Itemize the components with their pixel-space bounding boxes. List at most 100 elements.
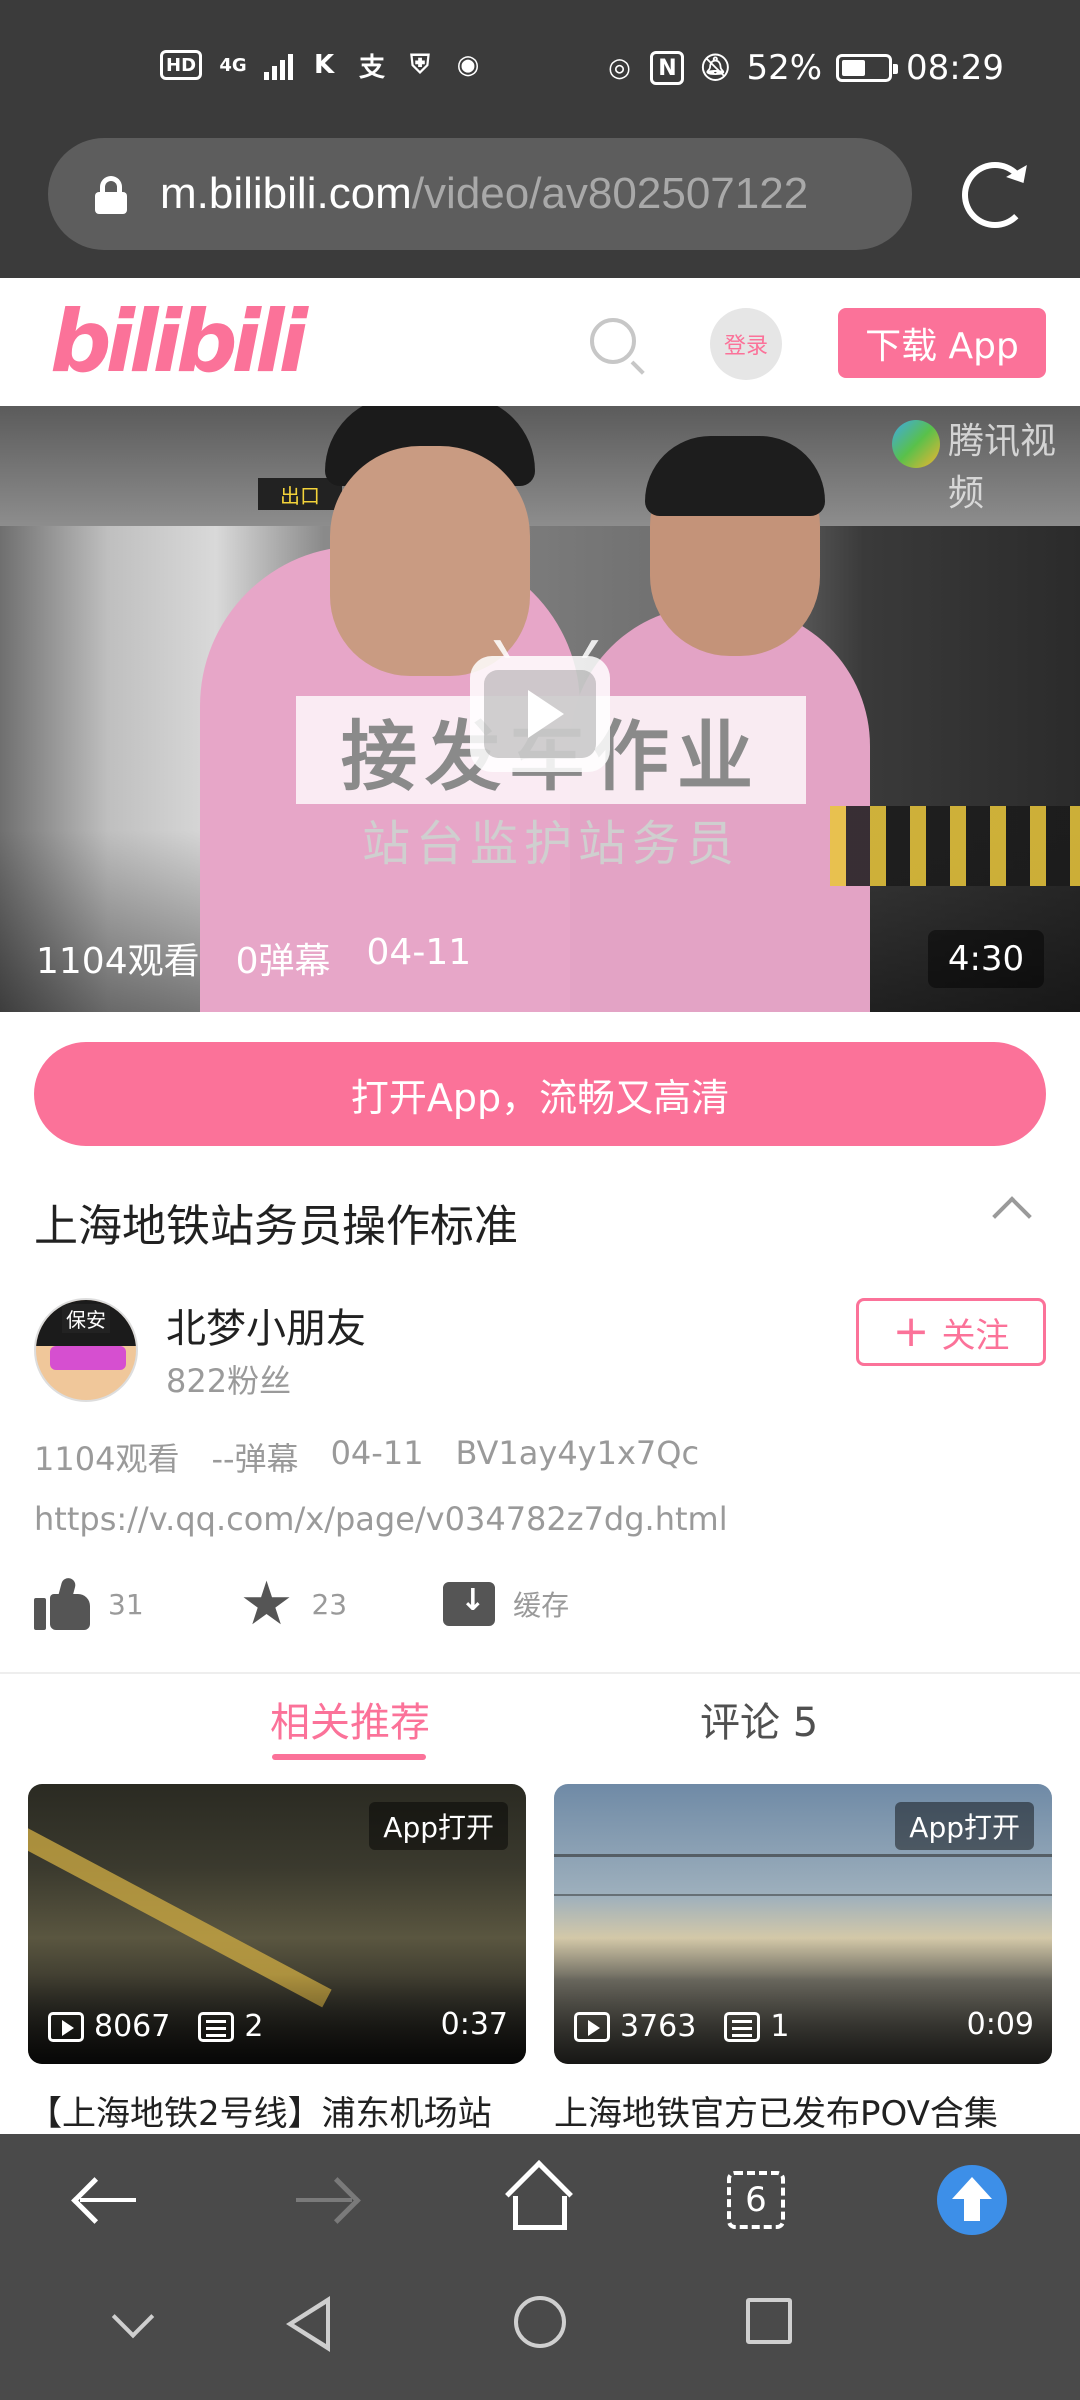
- video-duration: 4:30: [928, 930, 1044, 988]
- battery-icon: [836, 54, 899, 82]
- eye-icon: ◎: [608, 53, 631, 83]
- scroll-top-button[interactable]: [912, 2134, 1032, 2266]
- battery-percent: 52%: [746, 48, 823, 88]
- player-date: 04-11: [366, 932, 472, 973]
- wifi-hotspot-icon: ◉: [456, 50, 480, 80]
- card-stats: 3763 1: [574, 2009, 789, 2044]
- card-danmaku: 2: [244, 2009, 264, 2044]
- fans-count: 822粉丝: [166, 1362, 292, 1400]
- tab-recommendations[interactable]: 相关推荐: [270, 1690, 430, 1748]
- hd-icon: HD: [160, 50, 203, 80]
- card-duration: 0:09: [966, 2007, 1034, 2042]
- login-button[interactable]: 登录: [710, 308, 782, 380]
- download-app-button[interactable]: 下载 App: [838, 308, 1046, 378]
- favorite-count: 23: [311, 1587, 348, 1621]
- collapse-chevron-icon[interactable]: [111, 2295, 155, 2339]
- platform-warning-stripes: [830, 806, 1080, 886]
- browser-chrome: HD 4G K 支 ⛨ ◉ ◎ N 🔕︎ 52% 08:29 m.bilibil…: [0, 0, 1080, 278]
- network-type-icon: 4G: [219, 54, 247, 76]
- tabs-button[interactable]: 6: [696, 2134, 816, 2266]
- url-text[interactable]: m.bilibili.com/video/av802507122: [160, 169, 890, 219]
- uploader-name[interactable]: 北梦小朋友: [166, 1296, 366, 1354]
- home-circle-icon[interactable]: [514, 2296, 566, 2348]
- star-icon: ★: [239, 1569, 294, 1639]
- status-bar: HD 4G K 支 ⛨ ◉ ◎ N 🔕︎ 52% 08:29: [0, 0, 1080, 135]
- lock-icon[interactable]: [92, 174, 132, 214]
- active-tab-indicator: [272, 1754, 426, 1760]
- status-right-icons: ◎ N 🔕︎ 52% 08:29: [602, 48, 1004, 88]
- card-duration: 0:37: [440, 2007, 508, 2042]
- app-open-tag[interactable]: App打开: [369, 1802, 508, 1850]
- favorite-button[interactable]: ★ 23: [239, 1569, 348, 1639]
- meta-date: 04-11: [330, 1434, 424, 1472]
- cache-label: 缓存: [513, 1589, 570, 1622]
- chevron-up-icon[interactable]: [992, 1196, 1032, 1236]
- video-person-right-hair: [645, 436, 825, 516]
- search-icon[interactable]: [590, 318, 636, 364]
- card-thumbnail-detail: [554, 1854, 1052, 1857]
- reload-icon[interactable]: [962, 162, 1028, 228]
- signal-icon: [264, 50, 294, 80]
- recommendation-card[interactable]: App打开 8067 2 0:37: [28, 1784, 526, 2064]
- cache-button[interactable]: 缓存: [443, 1582, 569, 1626]
- follow-label: 关注: [941, 1315, 1010, 1356]
- danmaku-icon: [198, 2011, 235, 2042]
- avatar[interactable]: 保安: [34, 1298, 138, 1402]
- system-nav-bar: [0, 2266, 1080, 2400]
- home-button[interactable]: [480, 2134, 600, 2266]
- shield-icon: ⛨: [410, 49, 430, 80]
- recents-square-icon[interactable]: [746, 2298, 792, 2344]
- meta-danmaku: --弹幕: [211, 1440, 299, 1478]
- video-watermark: 腾讯视频: [948, 421, 1057, 514]
- tencent-video-logo-icon: [892, 420, 940, 468]
- url-host: m.bilibili.com: [160, 169, 412, 218]
- video-title: 上海地铁站务员操作标准: [34, 1201, 518, 1252]
- meta-bvid: BV1ay4y1x7Qc: [455, 1434, 700, 1472]
- source-url[interactable]: https://v.qq.com/x/page/v034782z7dg.html: [34, 1500, 728, 1538]
- player-danmaku: 0弹幕: [235, 941, 331, 982]
- alipay-icon: 支: [359, 52, 386, 83]
- address-bar[interactable]: m.bilibili.com/video/av802507122: [48, 138, 912, 250]
- avatar-glasses: [50, 1346, 126, 1370]
- home-icon: [505, 2160, 573, 2230]
- play-button[interactable]: [470, 656, 610, 772]
- thumbs-up-icon: [34, 1576, 90, 1630]
- scroll-top-icon: [937, 2165, 1007, 2235]
- mute-bell-icon: 🔕︎: [698, 53, 732, 83]
- follow-button[interactable]: + 关注: [856, 1298, 1046, 1366]
- danmaku-icon: [724, 2011, 761, 2042]
- card-plays: 3763: [620, 2009, 697, 2044]
- meta-views: 1104观看: [34, 1440, 180, 1478]
- card-title[interactable]: 上海地铁官方已发布POV合集: [554, 2086, 998, 2135]
- tab-comments[interactable]: 评论 5: [700, 1690, 818, 1748]
- open-app-button[interactable]: 打开App，流畅又高清: [34, 1042, 1046, 1146]
- card-title[interactable]: 【上海地铁2号线】浦东机场站: [28, 2086, 492, 2135]
- card-plays: 8067: [94, 2009, 171, 2044]
- url-path: /video/av802507122: [411, 169, 809, 218]
- nfc-icon: N: [650, 51, 685, 85]
- player-stats: 1104观看 0弹幕 04-11: [36, 932, 471, 984]
- forward-arrow-icon: [296, 2198, 352, 2202]
- battery-fill: [842, 60, 866, 76]
- card-danmaku: 1: [770, 2009, 790, 2044]
- like-button[interactable]: 31: [34, 1576, 144, 1630]
- avatar-cap-label: 保安: [62, 1304, 110, 1333]
- tabs-icon: 6: [727, 2171, 785, 2229]
- play-count-icon: [48, 2011, 84, 2042]
- browser-toolbar: 6: [0, 2134, 1080, 2266]
- app-open-tag[interactable]: App打开: [895, 1802, 1034, 1850]
- player-views: 1104观看: [36, 941, 200, 982]
- recommendation-card[interactable]: App打开 3763 1 0:09: [554, 1784, 1052, 2064]
- bilibili-logo[interactable]: bilibili: [50, 292, 308, 392]
- status-left-icons: HD 4G K 支 ⛨ ◉: [160, 48, 485, 83]
- back-button[interactable]: [48, 2134, 168, 2266]
- site-header: bilibili 登录 下载 App: [0, 278, 1080, 406]
- like-count: 31: [108, 1587, 144, 1621]
- card-thumbnail-detail: [554, 1894, 1052, 1896]
- section-divider: [0, 1672, 1080, 1674]
- video-meta: 1104观看 --弹幕 04-11 BV1ay4y1x7Qc: [34, 1434, 699, 1480]
- video-subtitle-sub: 站台监护站务员: [361, 816, 740, 872]
- card-stats: 8067 2: [48, 2009, 263, 2044]
- video-player[interactable]: 出口 腾讯视频 接发车作业 站台监护站务员 1104观看 0弹幕 04-11 4…: [0, 406, 1080, 1012]
- forward-button[interactable]: [264, 2134, 384, 2266]
